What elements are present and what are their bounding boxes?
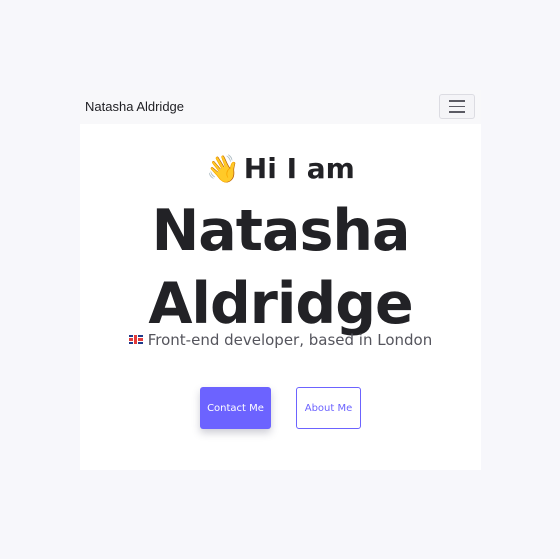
tagline-text: Front-end developer, based in London	[147, 331, 433, 349]
navbar-toggle-button[interactable]	[439, 94, 475, 119]
navbar-brand[interactable]: Natasha Aldridge	[85, 99, 184, 114]
hamburger-menu-icon-bar	[449, 105, 465, 108]
hamburger-menu-icon-bar	[449, 111, 465, 113]
navbar: Natasha Aldridge	[80, 90, 481, 124]
greeting-heading: 👋 Hi I am	[80, 152, 481, 185]
hero-section: 👋 Hi I am Natasha Aldridge Front-end deve…	[80, 124, 481, 470]
uk-flag-icon	[128, 335, 143, 344]
hero-tagline: Front-end developer, based in London	[80, 331, 481, 349]
hero-name-first: Natasha	[151, 198, 411, 264]
contact-me-button[interactable]: Contact Me	[200, 387, 271, 429]
waving-hand-icon: 👋	[206, 154, 240, 185]
hero-name: Natasha Aldridge	[80, 195, 481, 341]
hero-name-last: Aldridge	[148, 271, 413, 337]
hamburger-menu-icon	[449, 100, 465, 102]
about-me-button[interactable]: About Me	[296, 387, 361, 429]
page-container: Natasha Aldridge 👋 Hi I am Natasha Aldrid…	[80, 90, 481, 470]
greeting-text: Hi I am	[243, 152, 355, 185]
